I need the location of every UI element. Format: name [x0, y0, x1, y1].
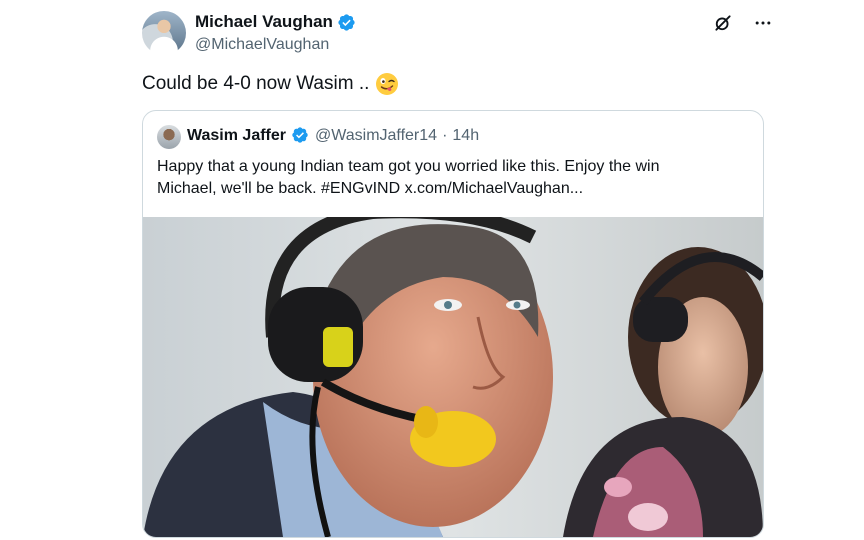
author-handle[interactable]: @MichaelVaughan [195, 36, 329, 54]
tweet-actions [712, 12, 774, 34]
author-row: Michael Vaughan [195, 12, 356, 32]
verified-badge-icon [291, 126, 310, 145]
quoted-author-name[interactable]: Wasim Jaffer [187, 127, 286, 145]
quoted-timestamp[interactable]: 14h [452, 127, 479, 145]
quoted-author-row: Wasim Jaffer @WasimJaffer14 · 14h [187, 126, 479, 145]
zany-face-emoji-icon [375, 72, 399, 96]
avatar[interactable] [142, 11, 186, 55]
commentator-photo[interactable] [143, 217, 763, 537]
quoted-tweet-card[interactable]: Wasim Jaffer @WasimJaffer14 · 14h Happy … [142, 110, 764, 538]
quoted-text-line-1: Happy that a young Indian team got you w… [157, 158, 660, 175]
quoted-author-handle[interactable]: @WasimJaffer14 [315, 127, 437, 145]
more-options-icon[interactable] [752, 12, 774, 34]
quoted-text-line-2: Michael, we'll be back. #ENGvIND x.com/M… [157, 180, 584, 197]
grok-icon[interactable] [712, 12, 734, 34]
separator-dot: · [442, 126, 448, 144]
quoted-tweet-text: Happy that a young Indian team got you w… [157, 156, 747, 200]
tweet-text: Could be 4-0 now Wasim .. [142, 72, 399, 96]
verified-badge-icon [337, 13, 356, 32]
tweet-body: Could be 4-0 now Wasim .. [142, 73, 370, 94]
quoted-author-avatar[interactable] [157, 125, 181, 149]
author-name[interactable]: Michael Vaughan [195, 12, 333, 32]
